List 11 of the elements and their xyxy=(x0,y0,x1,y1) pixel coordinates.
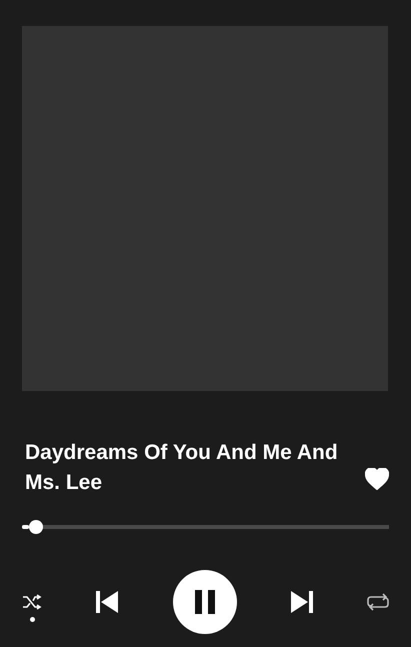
active-dot xyxy=(30,617,34,622)
previous-button[interactable] xyxy=(95,590,120,614)
next-button[interactable] xyxy=(290,590,314,614)
heart-icon xyxy=(365,468,389,490)
pause-icon xyxy=(194,590,214,614)
like-button[interactable] xyxy=(365,468,389,490)
repeat-button[interactable] xyxy=(367,593,389,611)
skip-forward-icon xyxy=(290,590,314,614)
skip-back-icon xyxy=(95,590,120,614)
progress-thumb[interactable] xyxy=(29,520,44,534)
track-title: Daydreams Of You And Me And Ms. Lee xyxy=(25,440,339,496)
